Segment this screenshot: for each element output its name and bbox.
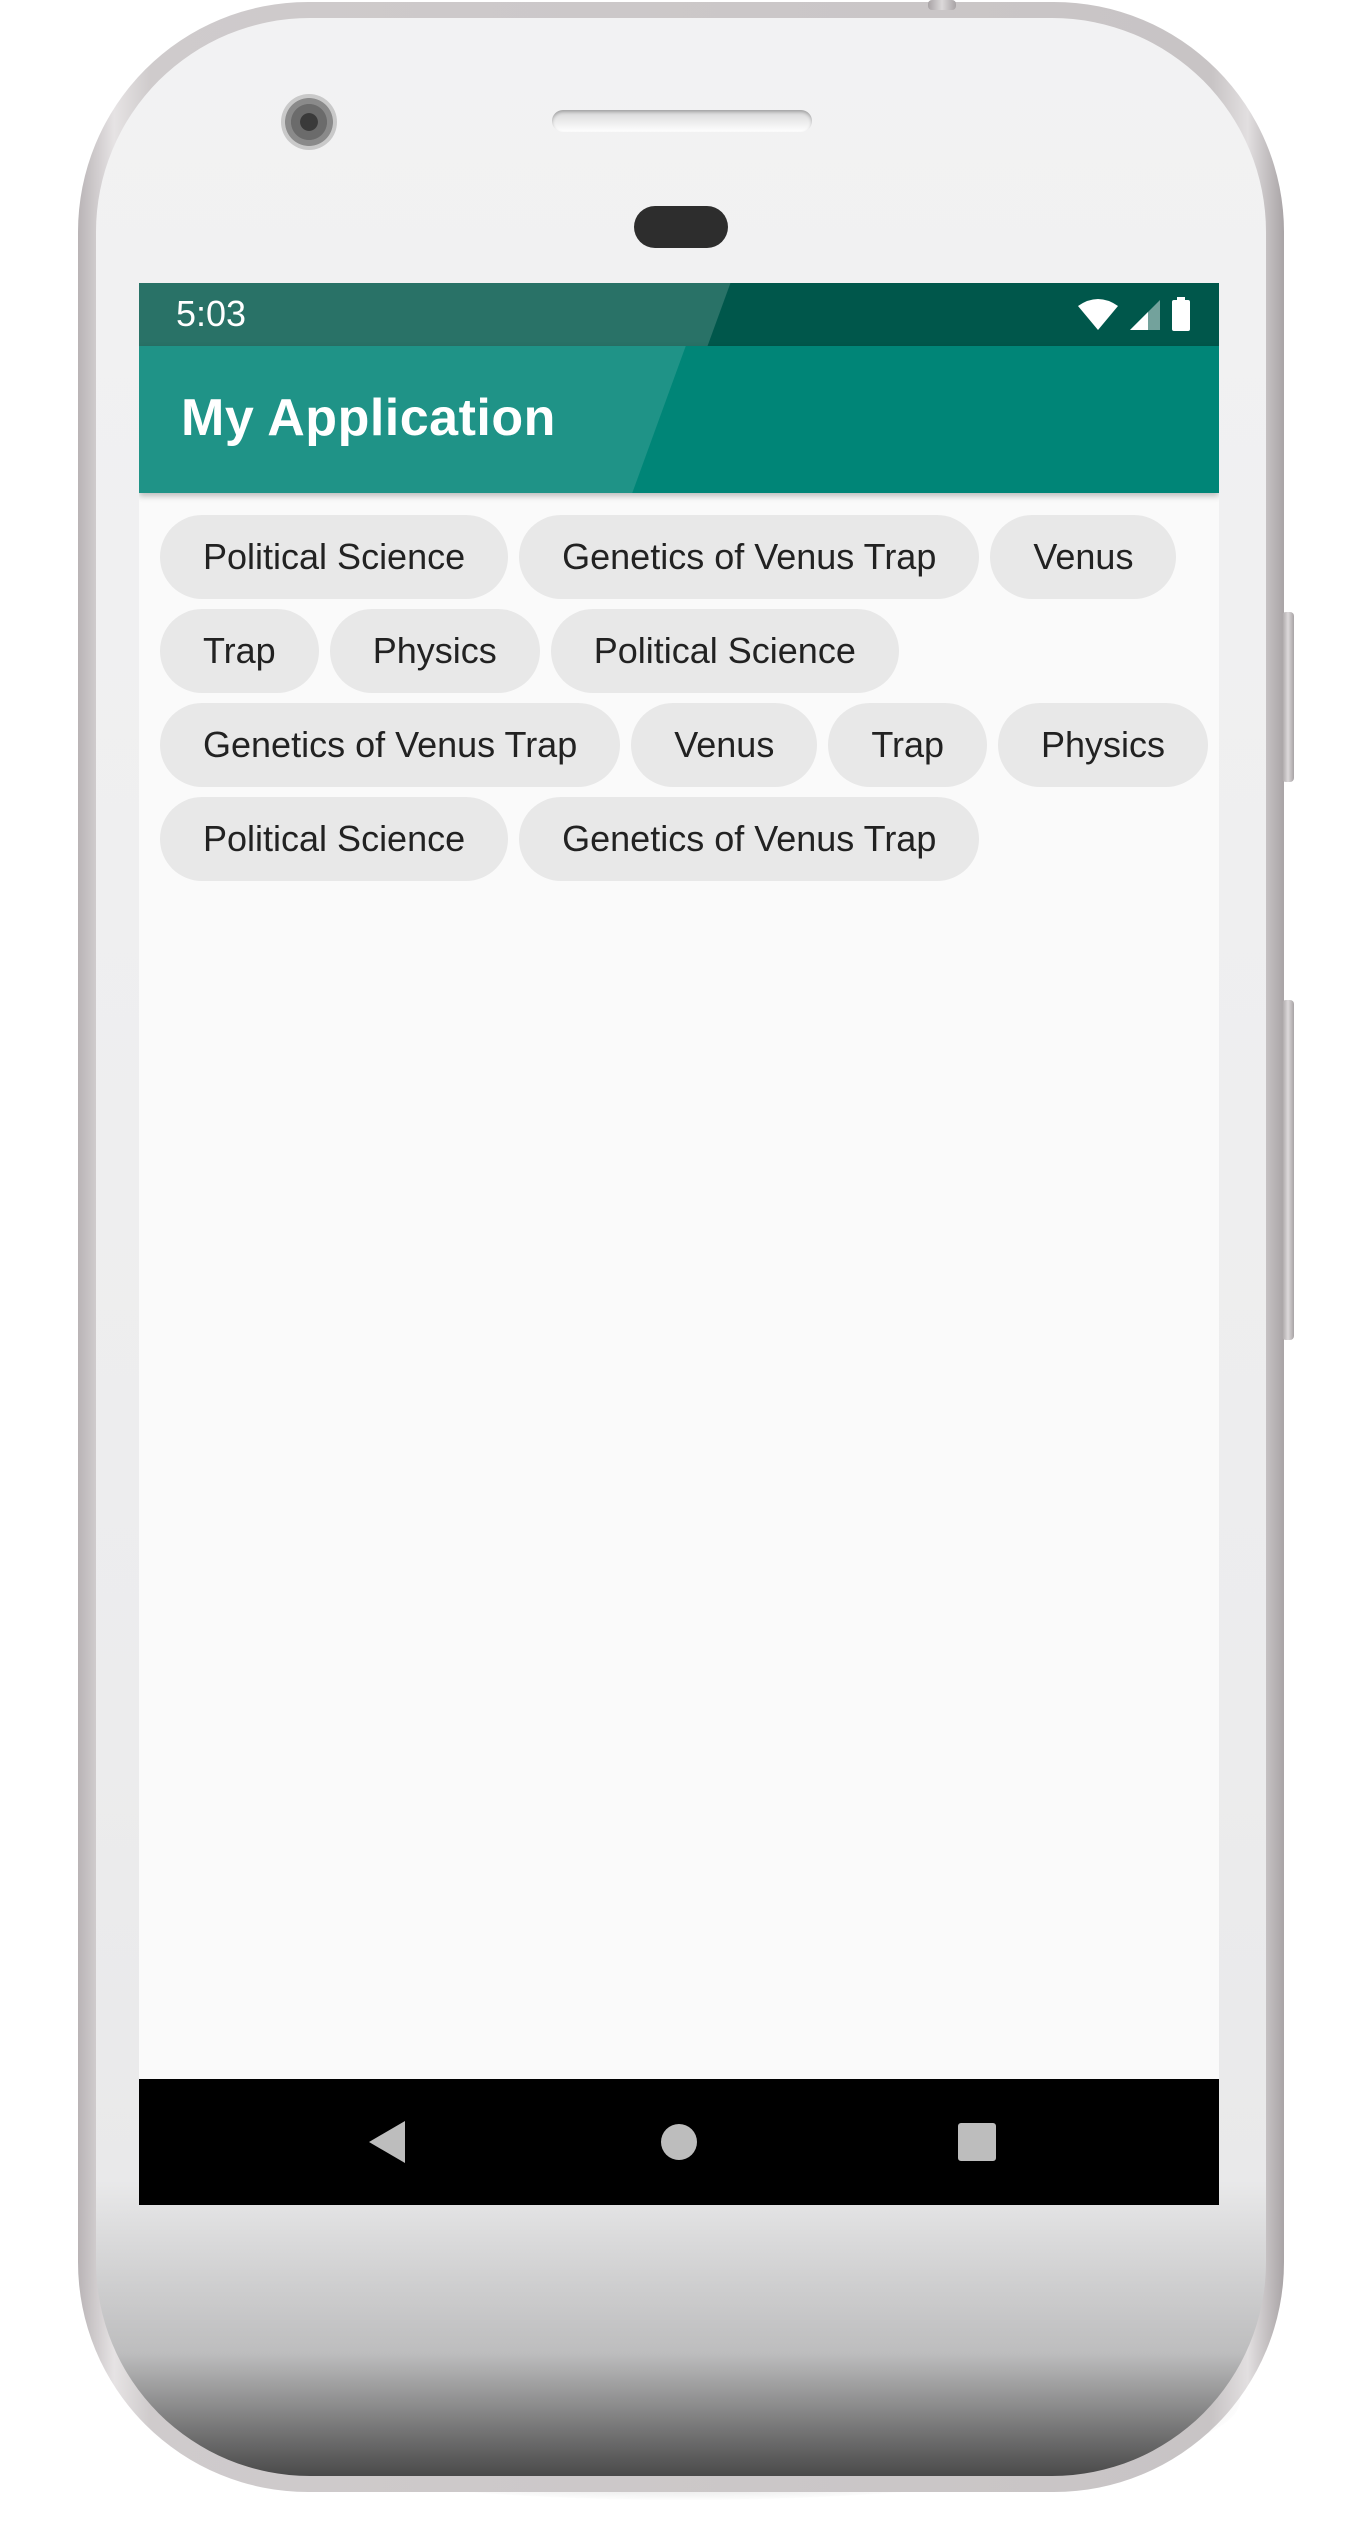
volume-button xyxy=(1282,1000,1294,1340)
app-bar: My Application xyxy=(139,346,1219,493)
chip[interactable]: Political Science xyxy=(160,515,509,599)
recents-icon xyxy=(958,2123,996,2161)
home-button[interactable] xyxy=(647,2110,711,2174)
top-button xyxy=(928,0,956,10)
front-camera xyxy=(281,94,337,150)
chip-row: Political Science Genetics of Venus Trap xyxy=(160,797,1200,881)
back-button[interactable] xyxy=(355,2110,419,2174)
chip[interactable]: Genetics of Venus Trap xyxy=(519,515,980,599)
chip[interactable]: Venus xyxy=(631,703,818,787)
chip-group: Political Science Genetics of Venus Trap… xyxy=(160,515,1209,891)
chip[interactable]: Genetics of Venus Trap xyxy=(519,797,980,881)
chip[interactable]: Trap xyxy=(828,703,988,787)
earpiece-sensor xyxy=(634,206,728,248)
device-mockup: 5:03 My Application Political Science Ge… xyxy=(0,0,1370,2532)
chip-row: Political Science Genetics of Venus Trap… xyxy=(160,515,1200,599)
home-icon xyxy=(661,2124,697,2160)
chip[interactable]: Political Science xyxy=(550,609,899,693)
speaker-grille xyxy=(552,110,812,132)
chip[interactable]: Physics xyxy=(329,609,540,693)
app-title: My Application xyxy=(181,389,556,447)
cell-signal-icon xyxy=(1130,300,1160,330)
chip[interactable]: Political Science xyxy=(160,797,509,881)
chip-row: Trap Physics Political Science xyxy=(160,609,1200,693)
chip[interactable]: Venus xyxy=(990,515,1177,599)
chip-row: Genetics of Venus Trap Venus Trap Physic… xyxy=(160,703,1209,787)
back-icon xyxy=(369,2121,405,2163)
status-bar: 5:03 xyxy=(139,283,1219,346)
wifi-icon xyxy=(1078,299,1118,330)
chip[interactable]: Genetics of Venus Trap xyxy=(160,703,621,787)
chip[interactable]: Physics xyxy=(998,703,1209,787)
status-icons xyxy=(1077,297,1191,331)
status-time: 5:03 xyxy=(176,293,247,334)
recents-button[interactable] xyxy=(945,2110,1009,2174)
chip[interactable]: Trap xyxy=(160,609,319,693)
power-button xyxy=(1282,612,1294,782)
battery-icon xyxy=(1172,297,1190,331)
navigation-bar xyxy=(139,2079,1219,2205)
screen: 5:03 My Application Political Science Ge… xyxy=(139,283,1219,2205)
